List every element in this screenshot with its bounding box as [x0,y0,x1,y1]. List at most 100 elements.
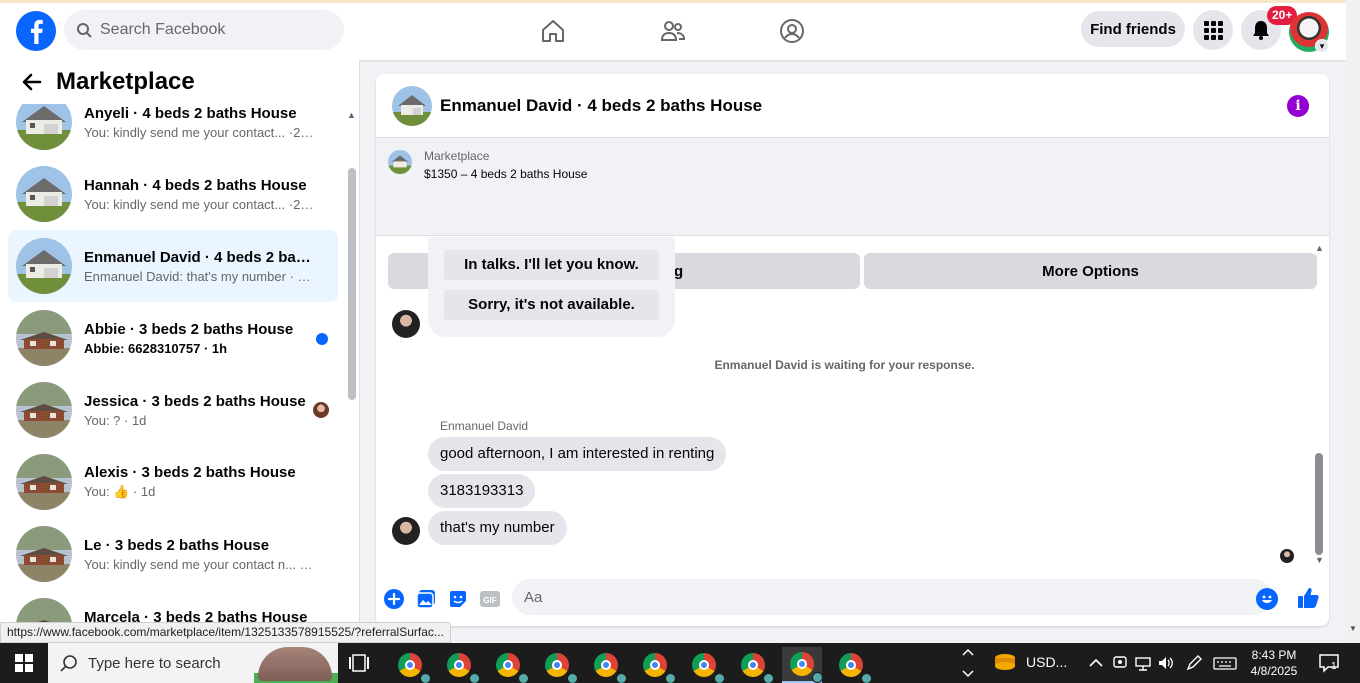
top-navigation-bar: Find friends 20+ ▾ [0,0,1346,60]
listing-thumbnail[interactable] [388,150,412,174]
conversation-title: Jessica · 3 beds 2 baths House [84,392,306,410]
back-arrow-icon[interactable] [20,70,44,94]
find-friends-button[interactable]: Find friends [1081,11,1185,47]
conversation-title: Hannah · 4 beds 2 baths House [84,176,307,194]
photo-gallery-icon[interactable] [415,588,437,610]
taskbar-search-box[interactable]: Type here to search [48,643,338,683]
network-icon[interactable] [1134,655,1152,671]
profile-badge-icon [763,673,774,683]
scroll-up-arrow-icon[interactable]: ▲ [347,110,356,120]
message-bubble[interactable]: that's my number [428,511,567,545]
page-scrollbar[interactable]: ▼ [1346,0,1360,643]
listing-thumbnail [16,166,72,222]
chevron-down-icon[interactable]: ▾ [1315,39,1329,53]
currency-stack-icon[interactable] [993,652,1017,674]
chrome-window-taskbar-button[interactable] [488,647,529,683]
unread-indicator-dot [316,333,328,345]
chrome-window-taskbar-button[interactable] [733,647,774,683]
clock-time: 8:43 PM [1251,648,1297,662]
chrome-window-taskbar-button[interactable] [390,647,431,683]
message-input[interactable] [512,579,1272,615]
scroll-up-arrow-icon[interactable]: ▲ [1315,243,1324,253]
thumbs-up-icon[interactable] [1296,586,1320,610]
chrome-window-taskbar-button[interactable] [782,647,823,683]
keyboard-icon[interactable] [1213,655,1237,671]
scroll-down-arrow-icon[interactable]: ▼ [1349,624,1357,633]
chevron-up-icon[interactable] [1087,655,1105,671]
conversation-text: Abbie · 3 beds 2 baths House Abbie: 66283… [84,321,314,356]
currency-ticker-label[interactable]: USD... [1026,654,1067,670]
sidebar-scrollbar[interactable]: ▲ [346,110,358,630]
webcam-icon[interactable] [1111,655,1129,671]
scrollbar-thumb[interactable] [348,168,356,400]
windows-start-icon[interactable] [0,643,48,683]
chrome-icon [839,653,872,683]
listing-summary-bar: Marketplace $1350 – 4 beds 2 baths House… [376,138,1329,289]
chrome-window-taskbar-button[interactable] [586,647,627,683]
conversation-item[interactable]: Le · 3 beds 2 baths House You: kindly sen… [8,518,338,590]
sidebar-header: Marketplace [0,60,345,104]
message-bubble[interactable]: 3183193313 [428,474,536,508]
profile-badge-icon [861,673,872,683]
friends-icon[interactable] [656,14,690,48]
pen-icon[interactable] [1185,655,1203,671]
scrollbar-thumb[interactable] [1315,453,1323,555]
chrome-window-taskbar-button[interactable] [831,647,872,683]
gif-icon[interactable]: GIF [479,588,501,610]
quick-reply-in-talks[interactable]: In talks. I'll let you know. [444,250,659,280]
conversation-item[interactable]: Jessica · 3 beds 2 baths House You: ? · 1… [8,374,338,446]
listing-thumbnail [16,526,72,582]
message-thread: In talks. I'll let you know. Sorry, it's… [376,237,1329,572]
quick-reply-not-available[interactable]: Sorry, it's not available. [444,290,659,320]
conversation-preview: You: ? · 1d [84,412,147,428]
sidebar-title: Marketplace [56,68,195,95]
facebook-search-box[interactable] [64,10,344,50]
plus-circle-icon[interactable] [383,588,405,610]
taskbar-clock[interactable]: 8:43 PM 4/8/2025 [1240,647,1308,679]
tray-overflow-arrows-icon[interactable] [961,645,975,681]
home-icon[interactable] [536,14,570,48]
waiting-status-text: Enmanuel David is waiting for your respo… [714,358,975,372]
groups-icon[interactable] [775,14,809,48]
conversation-preview: You: 👍 · 1d [84,484,156,499]
facebook-logo-icon[interactable] [16,11,56,51]
listing-avatar[interactable] [392,85,432,126]
scroll-down-arrow-icon[interactable]: ▼ [1315,555,1324,565]
chrome-icon [741,653,774,683]
conversation-text: Enmanuel David · 4 beds 2 bath... Enmanue… [84,249,314,284]
conversation-item[interactable]: Alexis · 3 beds 2 baths House You: 👍 · 1d [8,446,338,518]
conversation-title: Anyeli · 4 beds 2 baths House [84,104,297,122]
listing-description[interactable]: $1350 – 4 beds 2 baths House [424,167,587,181]
volume-icon[interactable] [1157,655,1175,671]
conversation-title: Abbie · 3 beds 2 baths House [84,320,294,338]
action-center-icon[interactable]: 1 [1318,653,1340,673]
chrome-window-taskbar-button[interactable] [684,647,725,683]
chrome-window-taskbar-button[interactable] [439,647,480,683]
chrome-icon [447,653,480,683]
info-icon[interactable]: i [1287,95,1309,117]
search-input[interactable] [100,21,320,39]
sender-avatar[interactable] [392,517,420,545]
conversation-item[interactable]: Abbie · 3 beds 2 baths House Abbie: 66283… [8,302,338,374]
conversation-text: Alexis · 3 beds 2 baths House You: 👍 · 1d [84,464,314,500]
task-view-icon[interactable] [348,653,370,673]
clock-date: 4/8/2025 [1250,664,1298,678]
message-thread-scrollbar[interactable]: ▲ ▼ [1313,243,1325,566]
conversation-preview: Enmanuel David: that's my number · 55m [84,268,314,284]
chrome-window-taskbar-button[interactable] [537,647,578,683]
sender-avatar[interactable] [392,310,420,338]
search-icon [60,655,77,672]
menu-grid-icon[interactable] [1193,10,1233,50]
facebook-marketplace-page: Find friends 20+ ▾ Marketplace Anyeli · … [0,0,1360,683]
taskbar-search-placeholder: Type here to search [88,654,221,672]
chat-title[interactable]: Enmanuel David · 4 beds 2 baths House [440,96,762,116]
message-bubble[interactable]: good afternoon, I am interested in renti… [428,437,727,471]
emoji-icon[interactable] [1256,588,1278,610]
conversation-preview: You: kindly send me your contact... ·24m [84,196,314,212]
chrome-icon [398,653,431,683]
action-center-count: 1 [1331,661,1337,672]
chrome-window-taskbar-button[interactable] [635,647,676,683]
conversation-item[interactable]: Enmanuel David · 4 beds 2 bath... Enmanue… [8,230,338,302]
conversation-item[interactable]: Hannah · 4 beds 2 baths House You: kindly… [8,158,338,230]
sticker-icon[interactable] [447,588,469,610]
